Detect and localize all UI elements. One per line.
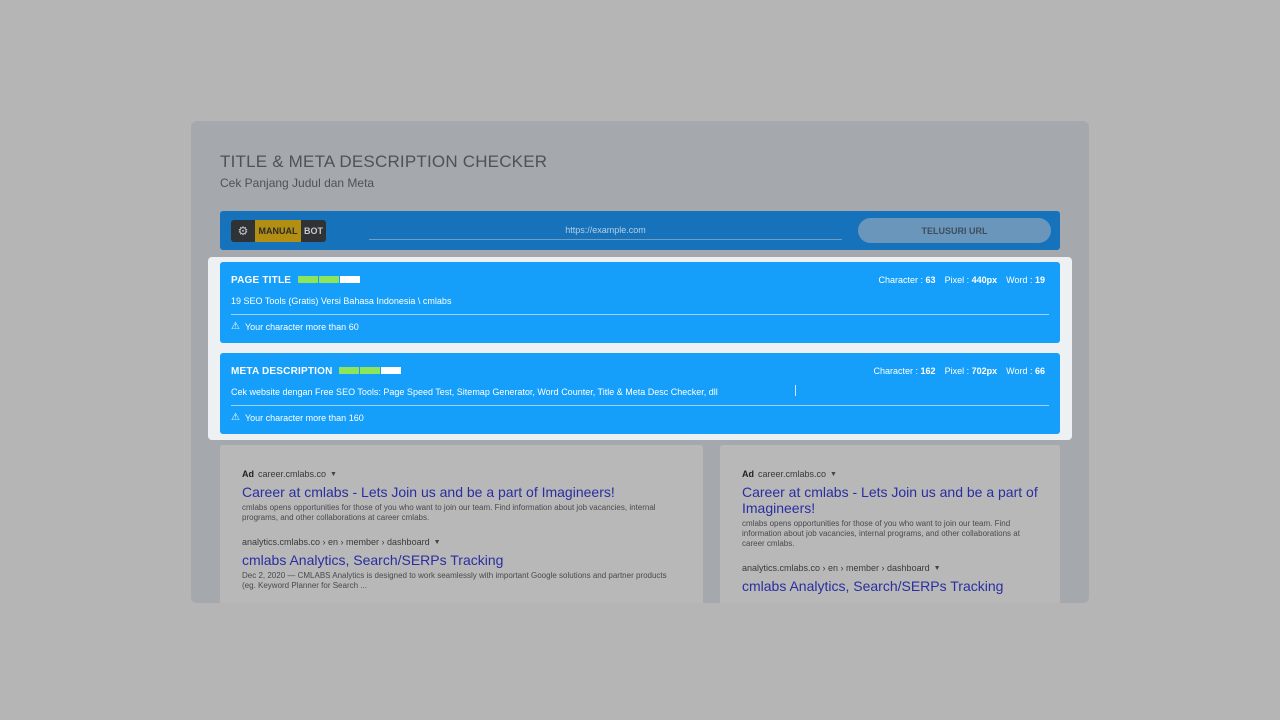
caret-down-icon[interactable]: ▼ [934, 565, 941, 572]
ad-badge: Ad [742, 469, 754, 479]
length-meter [339, 367, 401, 374]
warning: ⚠ Your character more than 160 [231, 412, 364, 423]
character-stat: Character : 162 [873, 366, 936, 376]
warning-icon: ⚠ [231, 321, 240, 332]
result-crumb-text: analytics.cmlabs.co › en › member › dash… [742, 563, 930, 573]
serp-preview-desktop: Ad career.cmlabs.co ▼ Career at cmlabs -… [220, 445, 703, 603]
length-meter [298, 276, 360, 283]
page-title-text[interactable]: 19 SEO Tools (Gratis) Versi Bahasa Indon… [231, 296, 451, 306]
result-title-link[interactable]: cmlabs Analytics, Search/SERPs Tracking [742, 578, 1038, 594]
stats: Character : 162 Pixel : 702px Word : 66 [873, 366, 1045, 376]
meter-segment [298, 276, 318, 283]
meter-segment [339, 367, 359, 374]
meta-description-label: META DESCRIPTION [231, 366, 333, 377]
pixel-stat: Pixel : 702px [944, 366, 998, 376]
result-description: Dec 2, 2020 — CMLABS Analytics is design… [242, 571, 667, 590]
warning: ⚠ Your character more than 60 [231, 321, 359, 332]
result-crumb-text: analytics.cmlabs.co › en › member › dash… [242, 537, 430, 547]
divider [231, 314, 1049, 315]
ad-description: cmlabs opens opportunities for those of … [242, 503, 656, 522]
page-title-panel: PAGE TITLE Character : 63 Pixel : 440px … [220, 262, 1060, 343]
meter-segment [319, 276, 339, 283]
pixel-stat: Pixel : 440px [944, 275, 998, 285]
result-breadcrumb: analytics.cmlabs.co › en › member › dash… [242, 537, 681, 547]
word-stat: Word : 19 [1006, 275, 1045, 285]
word-stat: Word : 66 [1006, 366, 1045, 376]
page-title: TITLE & META DESCRIPTION CHECKER [220, 152, 548, 171]
ad-badge: Ad [242, 469, 254, 479]
warning-text: Your character more than 60 [244, 321, 359, 332]
meta-description-panel: META DESCRIPTION Character : 162 Pixel :… [220, 353, 1060, 434]
ad-line: Ad career.cmlabs.co ▼ [242, 469, 681, 479]
bot-mode-button[interactable]: BOT [301, 220, 326, 242]
gear-icon[interactable]: ⚙ [231, 220, 255, 242]
character-stat: Character : 63 [878, 275, 936, 285]
meter-segment [381, 367, 401, 374]
ad-title-link[interactable]: Career at cmlabs - Lets Join us and be a… [742, 484, 1038, 516]
meter-segment [360, 367, 380, 374]
meta-description-text[interactable]: Cek website dengan Free SEO Tools: Page … [231, 387, 718, 397]
page-subtitle: Cek Panjang Judul dan Meta [220, 176, 375, 190]
result-title-link[interactable]: cmlabs Analytics, Search/SERPs Tracking [242, 552, 681, 568]
search-url-button[interactable]: TELUSURI URL [858, 218, 1051, 243]
ad-line: Ad career.cmlabs.co ▼ [742, 469, 1038, 479]
caret-down-icon[interactable]: ▼ [330, 471, 337, 478]
ad-domain: career.cmlabs.co [758, 469, 827, 479]
serp-preview-mobile: Ad career.cmlabs.co ▼ Career at cmlabs -… [720, 445, 1060, 603]
url-toolbar: ⚙ MANUAL BOT TELUSURI URL [220, 211, 1060, 250]
divider [231, 405, 1049, 406]
caret-down-icon[interactable]: ▼ [830, 471, 837, 478]
mode-switch: ⚙ MANUAL BOT [231, 220, 326, 242]
ad-domain: career.cmlabs.co [258, 469, 327, 479]
url-input[interactable] [369, 220, 842, 240]
manual-mode-button[interactable]: MANUAL [255, 220, 301, 242]
ad-title-link[interactable]: Career at cmlabs - Lets Join us and be a… [242, 484, 681, 500]
text-cursor [795, 385, 796, 396]
stats: Character : 63 Pixel : 440px Word : 19 [879, 275, 1046, 285]
page-title-label: PAGE TITLE [231, 275, 292, 286]
ad-description: cmlabs opens opportunities for those of … [742, 519, 1020, 548]
caret-down-icon[interactable]: ▼ [434, 539, 441, 546]
meter-segment [340, 276, 360, 283]
warning-text: Your character more than 160 [244, 412, 364, 423]
result-breadcrumb: analytics.cmlabs.co › en › member › dash… [742, 563, 1038, 573]
warning-icon: ⚠ [231, 412, 240, 423]
results-highlight: PAGE TITLE Character : 63 Pixel : 440px … [208, 257, 1072, 440]
